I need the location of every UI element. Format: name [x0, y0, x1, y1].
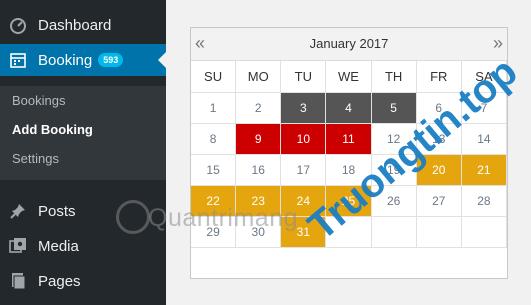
- calendar-day-empty: [416, 217, 462, 248]
- quantrimang-logo-icon: [116, 200, 150, 234]
- calendar-day[interactable]: 15: [191, 155, 237, 186]
- quantrimang-watermark: Quantrimang: [148, 204, 299, 232]
- submenu-add-booking[interactable]: Add Booking: [12, 122, 93, 137]
- calendar-day-empty: [371, 217, 417, 248]
- booking-submenu: Bookings Add Booking Settings: [0, 86, 166, 180]
- calendar-day-pending[interactable]: 21: [461, 155, 507, 186]
- menu-media-label: Media: [38, 237, 79, 255]
- calendar-day[interactable]: 28: [461, 186, 507, 217]
- admin-sidebar: Dashboard Booking 593 Bookings Add Booki…: [0, 0, 166, 305]
- menu-media[interactable]: Media: [0, 229, 166, 263]
- menu-pages[interactable]: Pages: [0, 264, 166, 298]
- calendar-header: « January 2017 »: [191, 28, 507, 61]
- pin-icon: [9, 202, 27, 220]
- calendar-day-unavailable[interactable]: 4: [326, 93, 372, 124]
- menu-pages-label: Pages: [38, 272, 81, 290]
- weekday-header: WE: [326, 61, 372, 93]
- menu-booking[interactable]: Booking 593: [0, 44, 166, 76]
- submenu-settings[interactable]: Settings: [12, 151, 59, 166]
- calendar-day[interactable]: 2: [236, 93, 282, 124]
- pages-icon: [9, 272, 27, 290]
- menu-posts-label: Posts: [38, 202, 76, 220]
- calendar-day-unavailable[interactable]: 5: [371, 93, 417, 124]
- current-menu-arrow: [158, 52, 166, 68]
- calendar-day-empty: [461, 217, 507, 248]
- calendar-day[interactable]: 16: [236, 155, 282, 186]
- menu-booking-label: Booking: [38, 51, 93, 69]
- calendar-day-booked[interactable]: 9: [236, 124, 282, 155]
- menu-dashboard[interactable]: Dashboard: [0, 8, 166, 42]
- calendar-day[interactable]: 1: [191, 93, 237, 124]
- calendar-day[interactable]: 8: [191, 124, 237, 155]
- weekday-header: TU: [281, 61, 327, 93]
- media-icon: [9, 237, 27, 255]
- calendar-day[interactable]: 27: [416, 186, 462, 217]
- calendar-month-title: January 2017: [309, 36, 389, 51]
- weekday-header: TH: [371, 61, 417, 93]
- booking-calendar: « January 2017 » SU MO TU WE TH FR SA 1 …: [190, 27, 508, 279]
- submenu-bookings[interactable]: Bookings: [12, 93, 65, 108]
- dashboard-icon: [9, 16, 27, 34]
- calendar-day-unavailable[interactable]: 3: [281, 93, 327, 124]
- calendar-day[interactable]: 17: [281, 155, 327, 186]
- weekday-header: SU: [191, 61, 237, 93]
- calendar-day-booked[interactable]: 11: [326, 124, 372, 155]
- booking-count-badge: 593: [98, 53, 124, 67]
- menu-dashboard-label: Dashboard: [38, 16, 112, 34]
- weekday-header: MO: [236, 61, 282, 93]
- calendar-day-booked[interactable]: 10: [281, 124, 327, 155]
- calendar-icon: [9, 51, 27, 69]
